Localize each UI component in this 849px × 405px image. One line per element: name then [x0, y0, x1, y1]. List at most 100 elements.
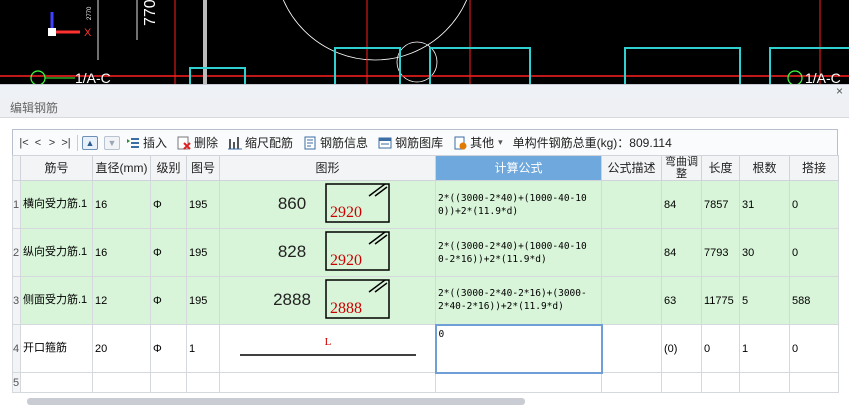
panel-close-button[interactable]: × — [836, 84, 843, 98]
col-header-shape[interactable]: 图形 — [219, 155, 436, 181]
cell-formula-desc[interactable] — [601, 228, 662, 277]
cell-length[interactable]: 0 — [701, 324, 740, 373]
cell-formula-desc[interactable] — [601, 180, 662, 229]
table-row[interactable]: 3 侧面受力筋.1 12 Φ 195 2888 2888 2*((3000-2*… — [12, 276, 839, 325]
cell-length[interactable] — [701, 372, 740, 393]
cell-lap[interactable]: 0 — [789, 228, 839, 277]
move-up-button[interactable]: ▲ — [82, 135, 98, 150]
cell-bar-name[interactable] — [20, 372, 93, 393]
table-row[interactable]: 5 — [12, 372, 839, 393]
table-row[interactable]: 4 开口箍筋 20 Φ 1 L 0 (0) 0 1 0 — [12, 323, 839, 374]
scale-rebar-icon — [228, 136, 243, 149]
rebar-shape-drawing: 2888 2888 — [273, 279, 390, 319]
row-index[interactable]: 3 — [12, 276, 21, 325]
cell-formula-desc[interactable] — [601, 324, 662, 373]
cell-lap[interactable]: 0 — [789, 180, 839, 229]
cell-bar-name[interactable]: 纵向受力筋.1 — [20, 228, 93, 277]
cell-figure-no[interactable]: 195 — [186, 180, 220, 229]
cell-bend-adjust[interactable]: (0) — [661, 324, 702, 373]
move-down-button[interactable]: ▼ — [104, 135, 120, 150]
cell-shape[interactable]: 860 2920 — [219, 180, 436, 229]
cell-lap[interactable] — [789, 372, 839, 393]
col-header-bend-adjust[interactable]: 弯曲调整 — [661, 155, 702, 181]
col-header-grade[interactable]: 级别 — [150, 155, 187, 181]
col-header-figure-no[interactable]: 图号 — [186, 155, 220, 181]
cell-diameter[interactable]: 12 — [92, 276, 151, 325]
cell-count[interactable]: 30 — [739, 228, 790, 277]
cell-figure-no[interactable]: 195 — [186, 228, 220, 277]
table-row[interactable]: 1 横向受力筋.1 16 Φ 195 860 2920 2*((3000-2*4… — [12, 180, 839, 229]
row-index[interactable]: 5 — [12, 372, 21, 393]
cell-lap[interactable]: 588 — [789, 276, 839, 325]
cell-shape[interactable]: 2888 2888 — [219, 276, 436, 325]
cell-count[interactable]: 31 — [739, 180, 790, 229]
col-header-lap[interactable]: 搭接 — [789, 155, 839, 181]
cell-count[interactable]: 5 — [739, 276, 790, 325]
formula-input[interactable]: 0 — [434, 323, 603, 374]
cell-formula[interactable]: 2*((3000-2*40-2*16)+(3000-2*40-2*16))+2*… — [435, 276, 602, 325]
cell-figure-no[interactable]: 195 — [186, 276, 220, 325]
cell-formula-desc[interactable] — [601, 372, 662, 393]
cell-diameter[interactable]: 16 — [92, 180, 151, 229]
rebar-shape-drawing: 828 2920 — [278, 231, 390, 271]
cell-bar-name[interactable]: 开口箍筋 — [20, 324, 93, 373]
cell-bend-adjust[interactable]: 84 — [661, 228, 702, 277]
shape-dim-b: 2920 — [330, 204, 362, 221]
col-header-formula-desc[interactable]: 公式描述 — [601, 155, 662, 181]
cell-bend-adjust[interactable]: 63 — [661, 276, 702, 325]
scale-rebar-button[interactable]: 缩尺配筋 — [228, 134, 293, 151]
col-header-length[interactable]: 长度 — [701, 155, 740, 181]
rebar-library-button[interactable]: 钢筋图库 — [378, 134, 443, 151]
cell-figure-no[interactable]: 1 — [186, 324, 220, 373]
cell-diameter[interactable]: 16 — [92, 228, 151, 277]
table-row[interactable]: 2 纵向受力筋.1 16 Φ 195 828 2920 2*((3000-2*4… — [12, 228, 839, 277]
cad-canvas[interactable]: X 770 2770 1/A-C 1/A-C — [0, 0, 849, 84]
shape-dim-b: 2920 — [330, 252, 362, 269]
rebar-info-button[interactable]: 钢筋信息 — [303, 134, 368, 151]
cell-shape[interactable]: L — [219, 324, 436, 373]
cell-lap[interactable]: 0 — [789, 324, 839, 373]
cell-bend-adjust[interactable]: 84 — [661, 180, 702, 229]
cell-count[interactable] — [739, 372, 790, 393]
other-menu-button[interactable]: 其他 ▾ — [453, 134, 503, 151]
cell-bend-adjust[interactable] — [661, 372, 702, 393]
cell-formula-desc[interactable] — [601, 276, 662, 325]
nav-first-button[interactable]: |< — [17, 137, 31, 149]
cell-formula[interactable]: 2*((3000-2*40)+(1000-40-10 0-2*16))+2*(1… — [435, 228, 602, 277]
cell-length[interactable]: 11775 — [701, 276, 740, 325]
cell-bar-name[interactable]: 侧面受力筋.1 — [20, 276, 93, 325]
col-header-diameter[interactable]: 直径(mm) — [92, 155, 151, 181]
cell-bar-name[interactable]: 横向受力筋.1 — [20, 180, 93, 229]
cell-shape[interactable]: 828 2920 — [219, 228, 436, 277]
cell-figure-no[interactable] — [186, 372, 220, 393]
rebar-toolbar: |< < > >| ▲ ▼ 插入 删除 缩尺配筋 钢筋信息 钢筋图库 其他 ▾ … — [12, 129, 838, 155]
row-index[interactable]: 1 — [12, 180, 21, 229]
shape-length-label: L — [325, 336, 332, 348]
insert-button[interactable]: 插入 — [126, 134, 167, 151]
cell-grade[interactable]: Φ — [150, 180, 187, 229]
cell-grade[interactable]: Φ — [150, 324, 187, 373]
cell-formula[interactable] — [435, 372, 602, 393]
cell-diameter[interactable]: 20 — [92, 324, 151, 373]
delete-button[interactable]: 删除 — [177, 134, 218, 151]
row-index[interactable]: 4 — [12, 324, 21, 373]
col-header-count[interactable]: 根数 — [739, 155, 790, 181]
cell-count[interactable]: 1 — [739, 324, 790, 373]
cell-grade[interactable]: Φ — [150, 228, 187, 277]
nav-prev-button[interactable]: < — [31, 137, 45, 149]
cell-length[interactable]: 7857 — [701, 180, 740, 229]
cell-diameter[interactable] — [92, 372, 151, 393]
cad-x-axis-label: X — [84, 27, 92, 39]
nav-last-button[interactable]: >| — [59, 137, 73, 149]
nav-next-button[interactable]: > — [45, 137, 59, 149]
cad-axis-label-right: 1/A-C — [805, 70, 841, 84]
horizontal-scrollbar[interactable] — [27, 398, 525, 405]
col-header-bar-no[interactable]: 筋号 — [20, 155, 93, 181]
cell-shape[interactable] — [219, 372, 436, 393]
cell-formula[interactable]: 2*((3000-2*40)+(1000-40-10 0))+2*(11.9*d… — [435, 180, 602, 229]
cell-grade[interactable] — [150, 372, 187, 393]
cell-grade[interactable]: Φ — [150, 276, 187, 325]
cell-length[interactable]: 7793 — [701, 228, 740, 277]
col-header-formula[interactable]: 计算公式 — [435, 155, 602, 181]
row-index[interactable]: 2 — [12, 228, 21, 277]
